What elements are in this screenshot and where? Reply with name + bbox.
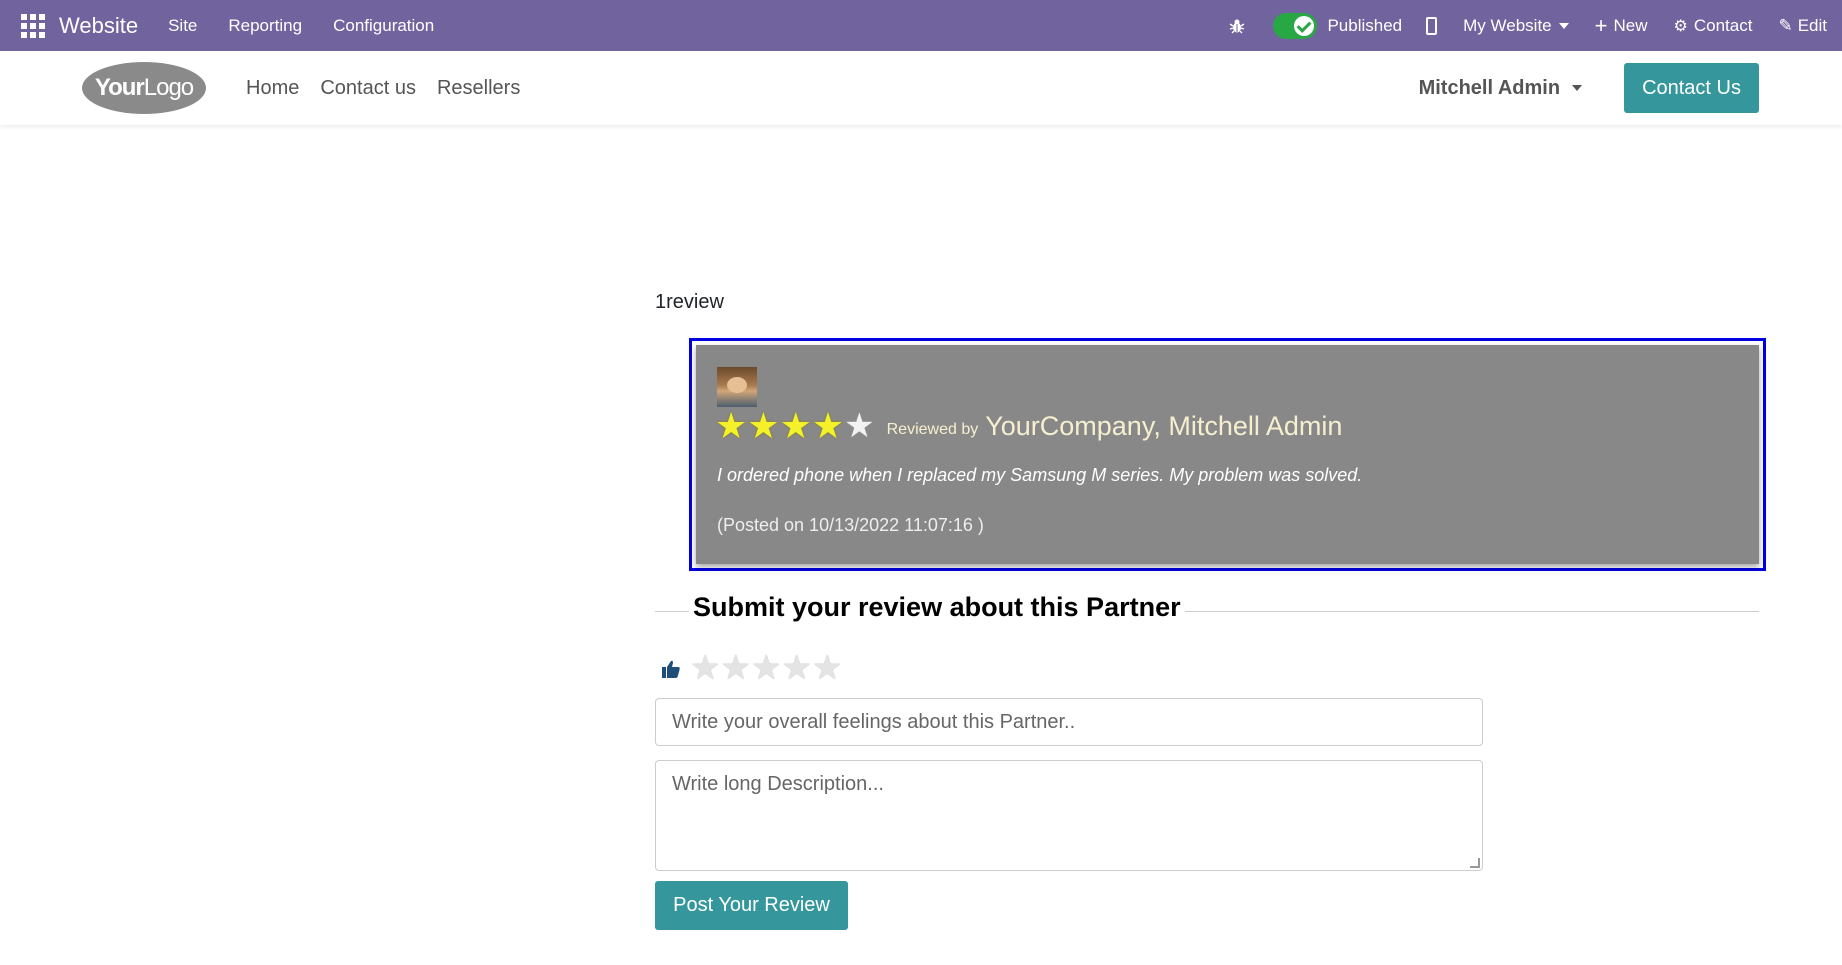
user-name: Mitchell Admin (1418, 76, 1561, 99)
gear-icon: ⚙ (1673, 17, 1688, 35)
main-nav: Home Contact us Resellers (246, 77, 541, 100)
mobile-preview-icon[interactable] (1426, 16, 1438, 35)
review-text: I ordered phone when I replaced my Samsu… (717, 465, 1363, 485)
star-filled-icon: ★ (811, 405, 845, 446)
review-description-placeholder: Write long Description... (672, 773, 884, 795)
review-card: ★ ★ ★ ★ ★ Reviewed by YourCompany, Mitch… (696, 345, 1759, 564)
new-button[interactable]: + New (1594, 12, 1648, 38)
star-empty-icon[interactable]: ★ (690, 651, 720, 685)
star-empty-icon[interactable]: ★ (781, 651, 811, 685)
menu-site[interactable]: Site (168, 16, 197, 36)
website-selector-label: My Website (1463, 15, 1552, 35)
new-label: New (1613, 15, 1648, 35)
thumbs-up-icon (662, 660, 680, 678)
menu-reporting[interactable]: Reporting (228, 16, 302, 36)
star-empty-icon[interactable]: ★ (751, 651, 781, 685)
logo-text-bold: Your (94, 74, 145, 101)
edit-button[interactable]: ✎ Edit (1778, 16, 1827, 36)
review-summary-input[interactable]: Write your overall feelings about this P… (655, 698, 1483, 746)
edit-label: Edit (1797, 15, 1827, 35)
nav-home[interactable]: Home (246, 77, 299, 100)
star-filled-icon: ★ (779, 405, 812, 446)
review-summary-placeholder: Write your overall feelings about this P… (672, 710, 1076, 733)
published-toggle[interactable] (1273, 12, 1318, 39)
review-description-textarea[interactable]: Write long Description... (655, 760, 1483, 871)
menu-configuration[interactable]: Configuration (333, 16, 434, 36)
rating-input[interactable]: ★ ★ ★ ★ ★ (690, 651, 842, 685)
website-header: Your Logo Home Contact us Resellers Mitch… (0, 51, 1842, 125)
chevron-down-icon (1572, 85, 1583, 91)
debug-bug-icon[interactable] (1229, 18, 1245, 34)
submit-review-title: Submit your review about this Partner (689, 592, 1185, 623)
contact-us-button[interactable]: Contact Us (1624, 63, 1759, 113)
check-icon (1294, 15, 1315, 36)
plus-icon: + (1594, 12, 1608, 38)
app-name[interactable]: Website (59, 13, 138, 39)
contact-label: Contact (1693, 15, 1753, 35)
reviewed-by-label: Reviewed by (886, 421, 979, 438)
reviewer-name: YourCompany, Mitchell Admin (985, 410, 1343, 441)
nav-contact-us[interactable]: Contact us (320, 77, 416, 100)
admin-topbar: Website Site Reporting Configuration Pub… (0, 0, 1842, 51)
reviewer-avatar (717, 367, 757, 407)
pencil-icon: ✎ (1778, 15, 1793, 35)
site-logo[interactable]: Your Logo (82, 62, 206, 114)
review-posted-date: (Posted on 10/13/2022 11:07:16 ) (717, 515, 984, 535)
star-empty-icon: ★ (844, 407, 875, 445)
website-selector[interactable]: My Website (1463, 16, 1569, 36)
nav-resellers[interactable]: Resellers (437, 77, 520, 100)
apps-menu-icon[interactable] (21, 13, 45, 38)
logo-text-light: Logo (143, 74, 194, 101)
star-filled-icon: ★ (715, 405, 748, 446)
post-review-button[interactable]: Post Your Review (655, 881, 848, 930)
user-menu[interactable]: Mitchell Admin (1418, 76, 1583, 100)
contact-settings-button[interactable]: ⚙ Contact (1674, 16, 1753, 36)
resize-handle-icon[interactable] (1470, 858, 1480, 868)
chevron-down-icon (1558, 22, 1569, 29)
review-rating-line: ★ ★ ★ ★ ★ Reviewed by YourCompany, Mitch… (715, 408, 1342, 444)
star-filled-icon: ★ (747, 405, 780, 446)
published-label[interactable]: Published (1327, 16, 1402, 36)
review-card-highlighted[interactable]: ★ ★ ★ ★ ★ Reviewed by YourCompany, Mitch… (689, 338, 1766, 571)
review-count: 1review (655, 291, 724, 313)
star-empty-icon[interactable]: ★ (812, 651, 842, 685)
star-empty-icon[interactable]: ★ (720, 651, 750, 685)
